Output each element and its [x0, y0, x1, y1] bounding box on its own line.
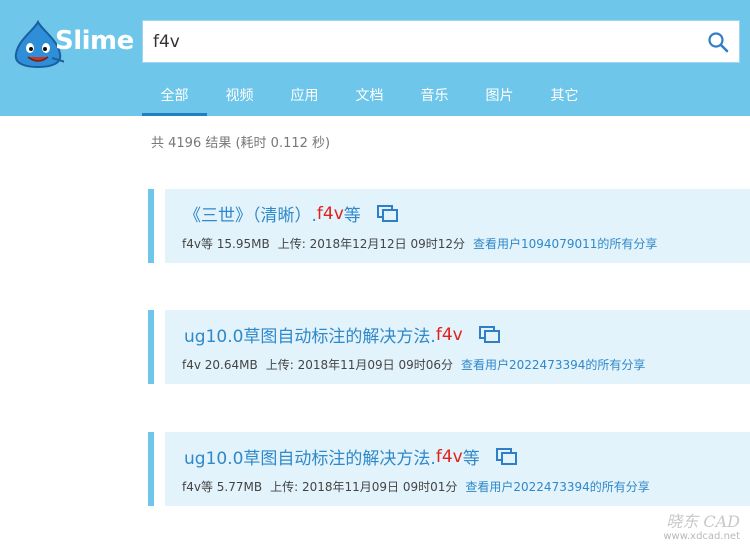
result-title-highlight: f4v	[435, 324, 463, 345]
result-title-link[interactable]: ug10.0草图自动标注的解决方法. f4v 等	[184, 444, 518, 469]
tab-all[interactable]: 全部	[142, 76, 207, 116]
watermark-url: www.xdcad.net	[663, 531, 740, 542]
result-title-highlight: f4v	[435, 446, 463, 467]
category-tabs: 全部 视频 应用 文档 音乐 图片 其它	[142, 76, 597, 116]
watermark: 晓东 CAD www.xdcad.net	[663, 513, 740, 542]
logo-text: Slime	[55, 26, 134, 56]
result-meta: f4v等 15.95MB 上传: 2018年12月12日 09时12分 查看用户10…	[182, 235, 657, 252]
watermark-brand: 晓东 CAD	[666, 512, 740, 532]
result-gap	[154, 432, 165, 506]
result-upload-time: 上传: 2018年12月12日 09时12分	[277, 237, 466, 251]
result-title-tail: 等	[462, 449, 480, 469]
result-gap	[154, 310, 165, 384]
tab-document[interactable]: 文档	[337, 76, 402, 116]
tab-music[interactable]: 音乐	[402, 76, 467, 116]
search-box	[142, 20, 740, 63]
result-title-tail: 等	[343, 206, 361, 226]
result-title-text: ug10.0草图自动标注的解决方法.	[184, 327, 436, 347]
result-title-highlight: f4v	[316, 203, 344, 224]
result-gap	[154, 189, 165, 263]
tab-app[interactable]: 应用	[272, 76, 337, 116]
copy-icon[interactable]	[376, 204, 399, 223]
search-icon[interactable]	[707, 31, 729, 53]
result-title-text: 《三世》（清晰）.	[184, 206, 317, 226]
tab-image[interactable]: 图片	[467, 76, 532, 116]
result-item: ug10.0草图自动标注的解决方法. f4v 等 f4v等 5.77MB 上传: 20…	[148, 432, 750, 506]
result-size: f4v等 5.77MB	[182, 480, 263, 494]
copy-icon[interactable]	[495, 447, 518, 466]
result-title-text: ug10.0草图自动标注的解决方法.	[184, 449, 436, 469]
result-item: 《三世》（清晰）. f4v 等 f4v等 15.95MB 上传: 2018年12月12…	[148, 189, 750, 263]
copy-icon[interactable]	[478, 325, 501, 344]
result-meta: f4v 20.64MB 上传: 2018年11月09日 09时06分 查看用户202…	[182, 356, 645, 373]
result-stats: 共 4196 结果 (耗时 0.112 秒)	[151, 136, 331, 151]
result-size: f4v 20.64MB	[182, 358, 258, 372]
user-shares-link[interactable]: 查看用户1094079011的所有分享	[473, 237, 657, 251]
header-bar: Slime 全部 视频 应用 文档 音乐 图片 其它	[0, 0, 750, 116]
tab-video[interactable]: 视频	[207, 76, 272, 116]
search-input[interactable]	[153, 21, 693, 62]
result-upload-time: 上传: 2018年11月09日 09时06分	[265, 358, 454, 372]
tab-other[interactable]: 其它	[532, 76, 597, 116]
site-logo[interactable]: Slime	[12, 20, 134, 70]
user-shares-link[interactable]: 查看用户2022473394的所有分享	[461, 358, 645, 372]
result-meta: f4v等 5.77MB 上传: 2018年11月09日 09时01分 查看用户202…	[182, 478, 650, 495]
result-size: f4v等 15.95MB	[182, 237, 270, 251]
result-item: ug10.0草图自动标注的解决方法. f4v f4v 20.64MB 上传: 201…	[148, 310, 750, 384]
user-shares-link[interactable]: 查看用户2022473394的所有分享	[465, 480, 649, 494]
result-title-link[interactable]: 《三世》（清晰）. f4v 等	[184, 201, 399, 226]
result-upload-time: 上传: 2018年11月09日 09时01分	[270, 480, 458, 494]
result-title-link[interactable]: ug10.0草图自动标注的解决方法. f4v	[184, 322, 501, 347]
